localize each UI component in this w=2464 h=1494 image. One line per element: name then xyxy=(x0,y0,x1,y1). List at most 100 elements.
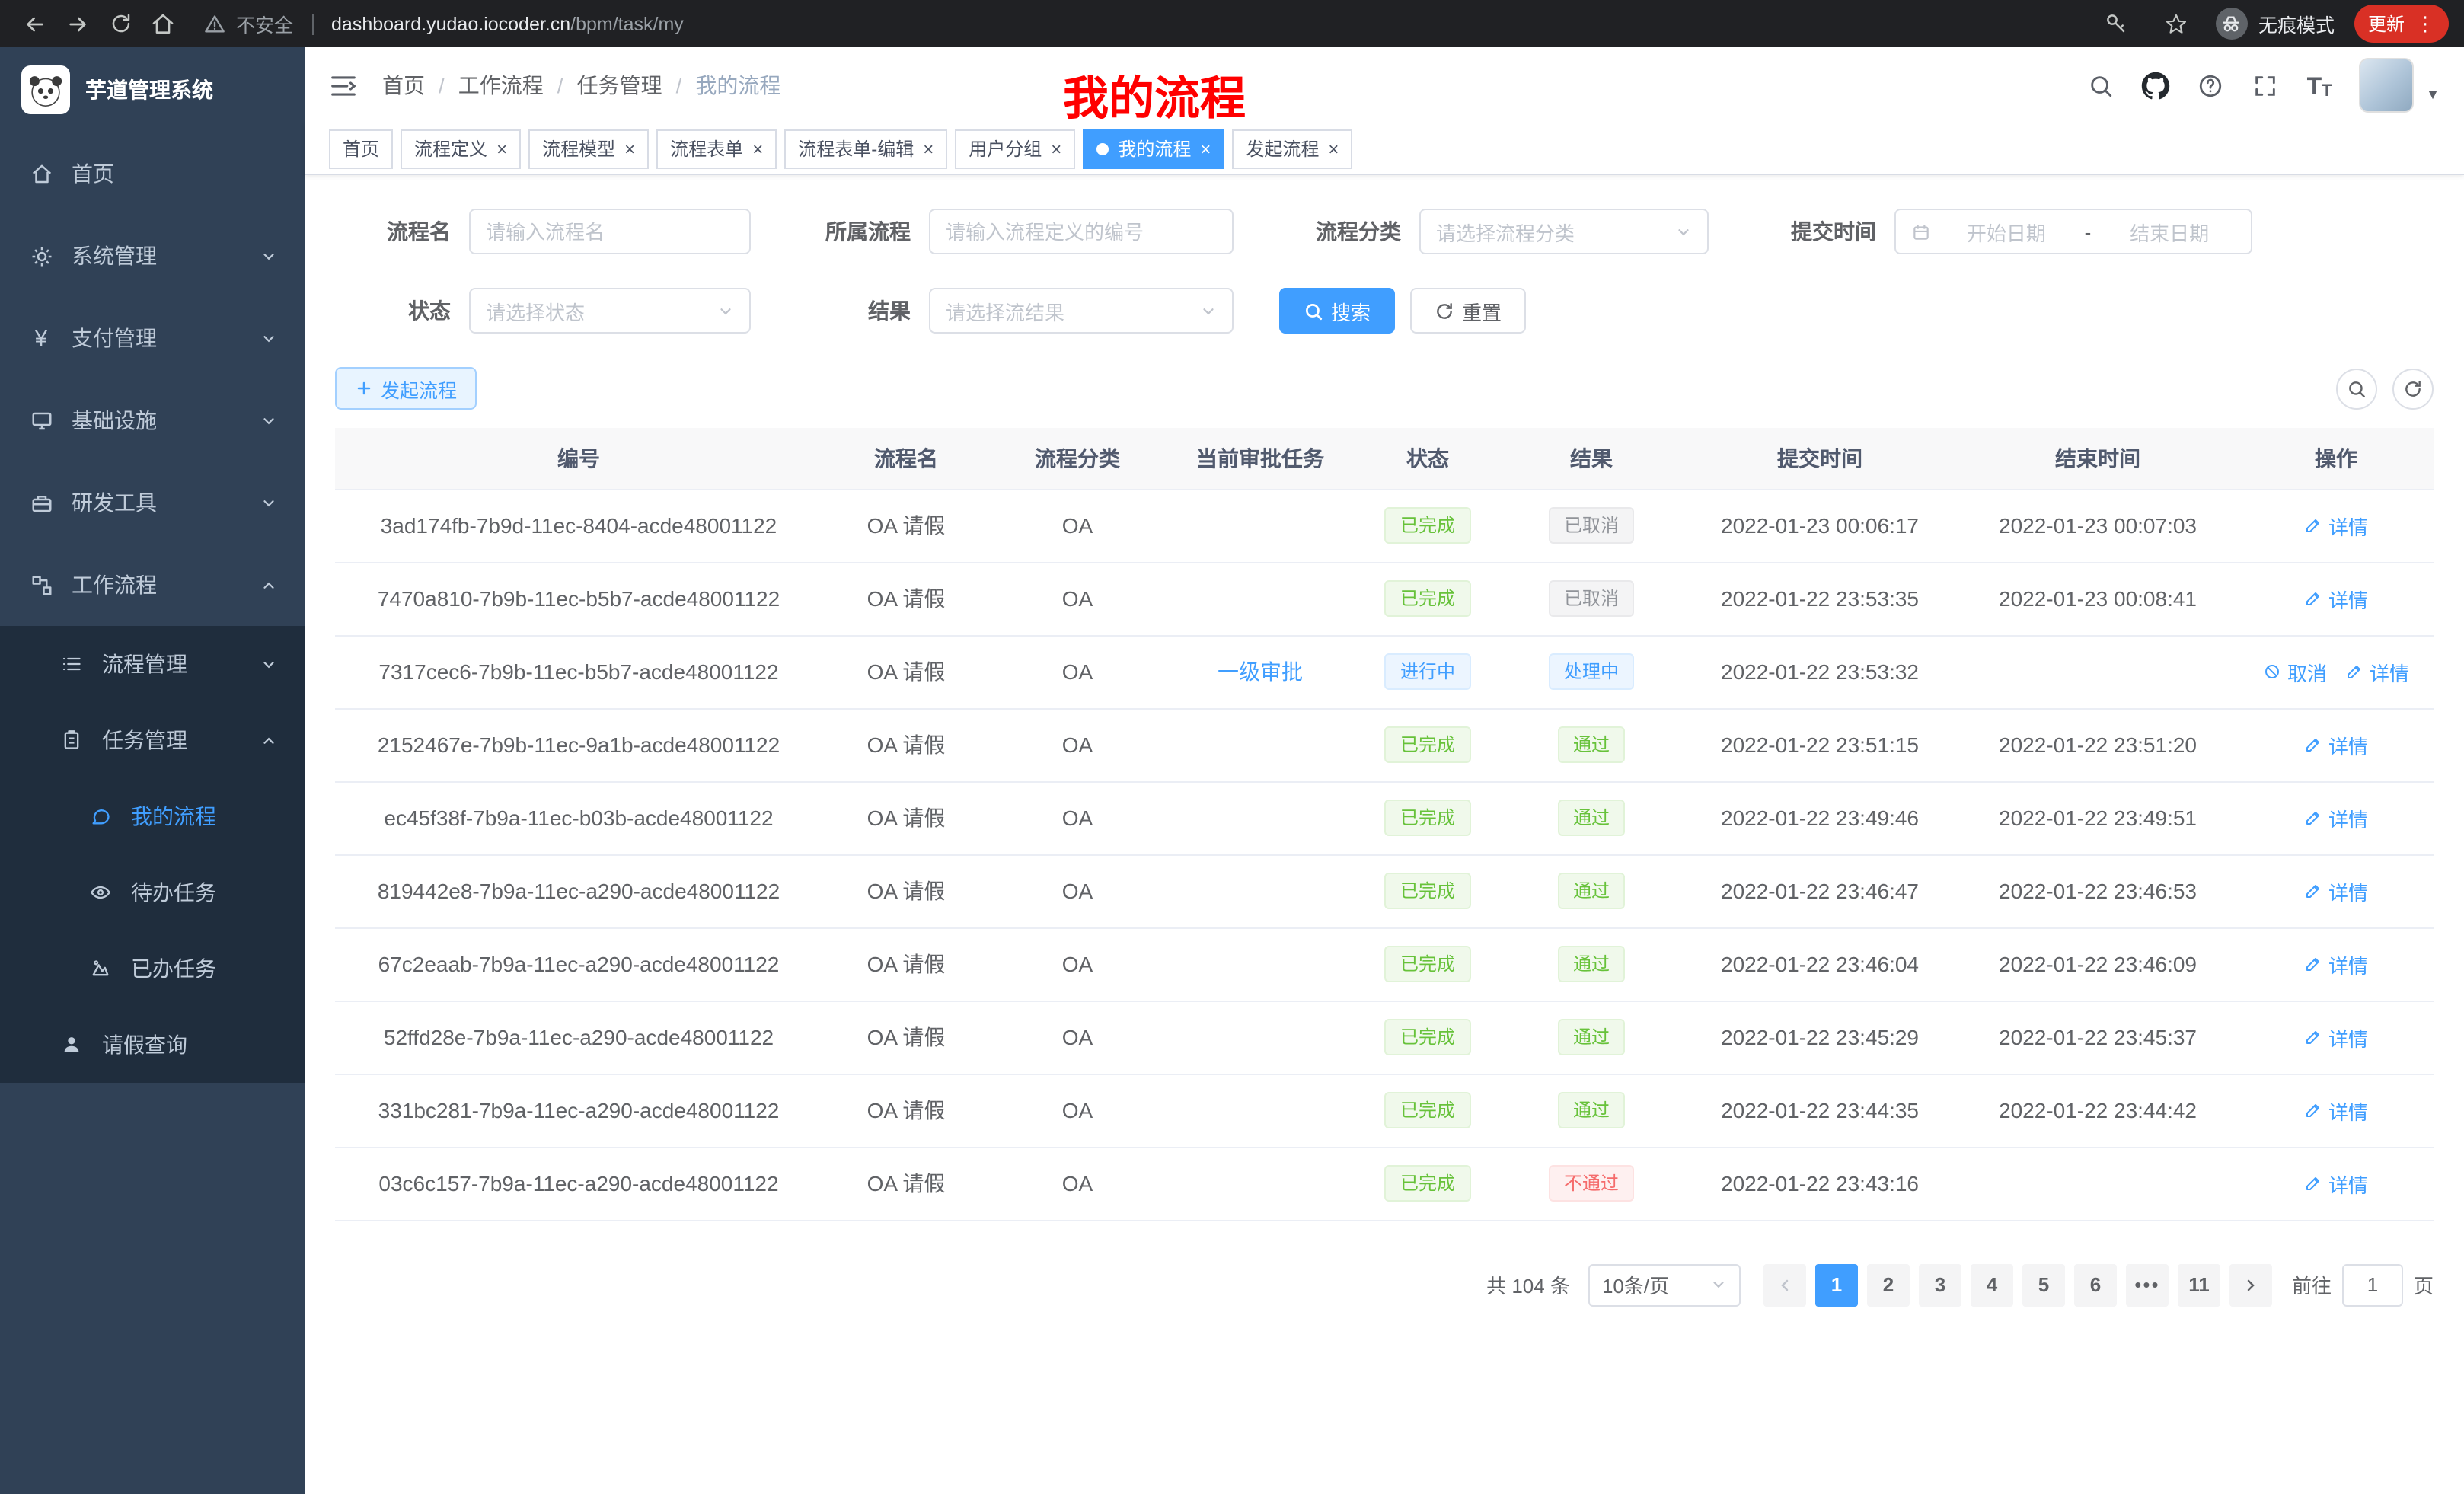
category-select[interactable]: 请选择流程分类 xyxy=(1419,209,1709,254)
pager-page-1[interactable]: 1 xyxy=(1815,1263,1858,1306)
start-date-input[interactable]: 开始日期 xyxy=(1940,217,2073,246)
sidebar-item-done-tasks[interactable]: 已办任务 xyxy=(0,931,305,1007)
detail-link[interactable]: 详情 xyxy=(2304,511,2368,540)
pager-page-2[interactable]: 2 xyxy=(1867,1263,1910,1306)
close-icon[interactable]: × xyxy=(752,139,763,158)
tab-流程定义[interactable]: 流程定义× xyxy=(401,129,521,168)
fullscreen-icon[interactable] xyxy=(2249,70,2280,101)
pager-page-6[interactable]: 6 xyxy=(2074,1263,2117,1306)
detail-link[interactable]: 详情 xyxy=(2304,803,2368,832)
close-icon[interactable]: × xyxy=(496,139,507,158)
caret-down-icon[interactable]: ▼ xyxy=(2426,87,2440,102)
prev-page-button[interactable] xyxy=(1763,1263,1806,1306)
next-page-button[interactable] xyxy=(2229,1263,2272,1306)
sidebar-item-my-process[interactable]: 我的流程 xyxy=(0,778,305,854)
cell-status: 已完成 xyxy=(1355,708,1500,781)
browser-update-button[interactable]: 更新 ⋮ xyxy=(2354,5,2449,43)
table-header-row: 编号 流程名 流程分类 当前审批任务 状态 结果 提交时间 结束时间 操作 xyxy=(335,428,2434,489)
detail-link[interactable]: 详情 xyxy=(2304,876,2368,905)
breadcrumb-workflow[interactable]: 工作流程 xyxy=(458,70,544,101)
browser-reload-icon[interactable] xyxy=(101,4,140,43)
menu-label: 请假查询 xyxy=(102,1030,187,1060)
browser-forward-icon[interactable] xyxy=(58,4,97,43)
tab-流程表单[interactable]: 流程表单× xyxy=(656,129,777,168)
detail-link[interactable]: 详情 xyxy=(2304,1096,2368,1125)
help-icon[interactable] xyxy=(2194,70,2225,101)
sidebar-toggle-icon[interactable] xyxy=(329,71,358,100)
cell-name: OA 请假 xyxy=(822,1147,990,1220)
pager-ellipsis[interactable]: ••• xyxy=(2126,1263,2169,1306)
toggle-search-button[interactable] xyxy=(2336,368,2377,409)
task-link[interactable]: 一级审批 xyxy=(1218,659,1303,684)
cancel-link[interactable]: 取消 xyxy=(2263,657,2327,686)
sidebar-item-todo-tasks[interactable]: 待办任务 xyxy=(0,854,305,931)
pager-page-11[interactable]: 11 xyxy=(2178,1263,2220,1306)
result-select[interactable]: 请选择流结果 xyxy=(929,288,1234,334)
breadcrumb-home[interactable]: 首页 xyxy=(382,70,425,101)
col-id: 编号 xyxy=(335,428,822,489)
detail-link[interactable]: 详情 xyxy=(2345,657,2409,686)
success-badge: 已完成 xyxy=(1385,507,1470,544)
tab-流程模型[interactable]: 流程模型× xyxy=(528,129,649,168)
create-process-button[interactable]: 发起流程 xyxy=(335,367,477,410)
sidebar-item-workflow[interactable]: 工作流程 xyxy=(0,544,305,626)
github-icon[interactable] xyxy=(2140,70,2170,101)
reset-button[interactable]: 重置 xyxy=(1410,288,1526,334)
tab-发起流程[interactable]: 发起流程× xyxy=(1232,129,1352,168)
bookmark-star-icon[interactable] xyxy=(2156,4,2196,43)
refresh-table-button[interactable] xyxy=(2392,368,2434,409)
address-bar[interactable]: 不安全 dashboard.yudao.iocoder.cn/bpm/task/… xyxy=(204,9,684,38)
status-label: 状态 xyxy=(347,295,451,326)
avatar[interactable] xyxy=(2359,58,2414,113)
process-def-input[interactable] xyxy=(929,209,1234,254)
close-icon[interactable]: × xyxy=(1051,139,1061,158)
col-task: 当前审批任务 xyxy=(1165,428,1355,489)
browser-menu-icon[interactable]: ⋮ xyxy=(2415,11,2435,36)
pager-page-5[interactable]: 5 xyxy=(2022,1263,2065,1306)
tab-流程表单-编辑[interactable]: 流程表单-编辑× xyxy=(784,129,947,168)
key-icon[interactable] xyxy=(2097,4,2137,43)
tab-首页[interactable]: 首页 xyxy=(329,129,393,168)
browser-home-icon[interactable] xyxy=(143,4,183,43)
chevron-down-icon xyxy=(1200,302,1217,319)
goto-page-input[interactable] xyxy=(2342,1263,2403,1306)
close-icon[interactable]: × xyxy=(1200,139,1211,158)
page-size-select[interactable]: 10条/页 xyxy=(1588,1263,1741,1306)
pager-page-3[interactable]: 3 xyxy=(1919,1263,1961,1306)
sidebar-item-process-mgmt[interactable]: 流程管理 xyxy=(0,626,305,702)
search-icon[interactable] xyxy=(2085,70,2115,101)
tab-我的流程[interactable]: 我的流程× xyxy=(1083,129,1224,168)
cell-category: OA xyxy=(990,635,1165,708)
sidebar-item-system[interactable]: 系统管理 xyxy=(0,215,305,297)
sidebar-item-infrastructure[interactable]: 基础设施 xyxy=(0,379,305,461)
breadcrumb-task-mgmt[interactable]: 任务管理 xyxy=(577,70,662,101)
close-icon[interactable]: × xyxy=(624,139,635,158)
sidebar-item-payment[interactable]: ¥ 支付管理 xyxy=(0,297,305,379)
detail-link[interactable]: 详情 xyxy=(2304,950,2368,978)
process-name-input[interactable] xyxy=(469,209,751,254)
pager-page-4[interactable]: 4 xyxy=(1971,1263,2013,1306)
detail-link[interactable]: 详情 xyxy=(2304,1023,2368,1052)
close-icon[interactable]: × xyxy=(923,139,934,158)
sidebar-item-task-mgmt[interactable]: 任务管理 xyxy=(0,702,305,778)
search-button[interactable]: 搜索 xyxy=(1279,288,1395,334)
tab-用户分组[interactable]: 用户分组× xyxy=(955,129,1075,168)
status-select[interactable]: 请选择状态 xyxy=(469,288,751,334)
cell-result: 不通过 xyxy=(1500,1147,1683,1220)
cell-actions: 详情 xyxy=(2239,708,2434,781)
table-row: 819442e8-7b9a-11ec-a290-acde48001122OA 请… xyxy=(335,854,2434,927)
detail-link[interactable]: 详情 xyxy=(2304,1169,2368,1198)
detail-link[interactable]: 详情 xyxy=(2304,730,2368,759)
sidebar-item-leave-query[interactable]: 请假查询 xyxy=(0,1007,305,1083)
browser-back-icon[interactable] xyxy=(15,4,55,43)
sidebar-item-devtools[interactable]: 研发工具 xyxy=(0,461,305,544)
cell-task xyxy=(1165,708,1355,781)
detail-link[interactable]: 详情 xyxy=(2304,584,2368,613)
cell-name: OA 请假 xyxy=(822,781,990,854)
sidebar-item-home[interactable]: 首页 xyxy=(0,132,305,215)
date-range-picker[interactable]: 开始日期 - 结束日期 xyxy=(1894,209,2252,254)
end-date-input[interactable]: 结束日期 xyxy=(2103,217,2236,246)
font-size-icon[interactable]: TT xyxy=(2304,70,2335,101)
close-icon[interactable]: × xyxy=(1328,139,1339,158)
table-row: 331bc281-7b9a-11ec-a290-acde48001122OA 请… xyxy=(335,1074,2434,1147)
